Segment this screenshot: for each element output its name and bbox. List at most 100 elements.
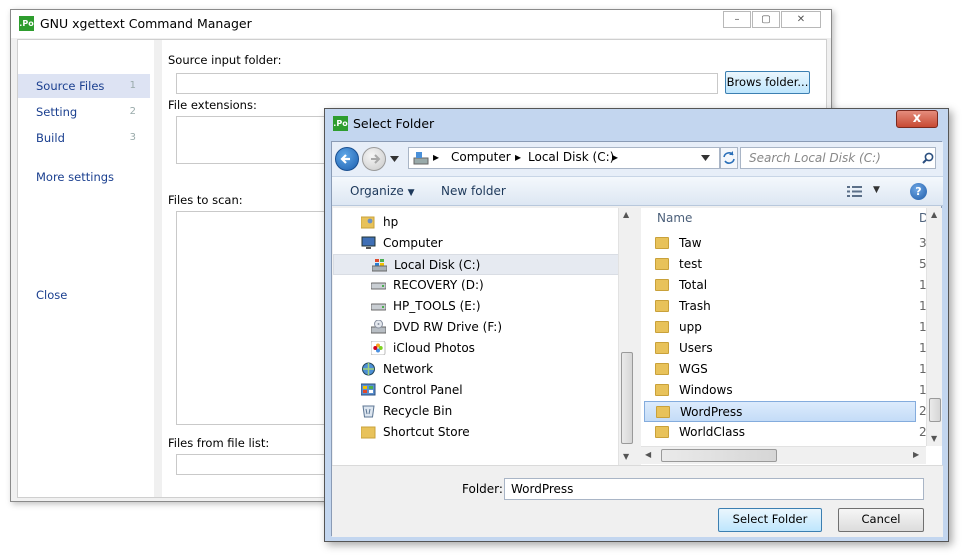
tree-label: Computer	[383, 236, 443, 250]
tree-item-network[interactable]: Network	[361, 359, 645, 380]
folder-icon	[655, 279, 669, 291]
source-folder-input[interactable]	[176, 73, 718, 94]
folder-icon	[655, 363, 669, 375]
list-vertical-scrollbar[interactable]: ▲ ▼	[926, 208, 942, 446]
dialog-close-button[interactable]: x	[896, 110, 938, 128]
breadcrumb-local-disk[interactable]: Local Disk (C:)	[528, 150, 614, 164]
folder-list: Name D Taw 3 test 5 Total 1 Trash 1 upp …	[641, 208, 942, 465]
tree-item-control-panel[interactable]: Control Panel	[361, 380, 645, 401]
computer-icon	[361, 236, 376, 249]
title-bar: .Po GNU xgettext Command Manager – ▢ ✕	[11, 10, 831, 38]
recent-pages-chevron-icon[interactable]	[390, 156, 399, 162]
list-scrollbar-thumb[interactable]	[929, 398, 941, 422]
scroll-right-icon[interactable]: ▶	[913, 450, 919, 459]
help-button[interactable]: ?	[910, 183, 927, 200]
folder-icon	[655, 258, 669, 270]
drive-icon	[371, 282, 386, 290]
folder-icon	[655, 237, 669, 249]
address-bar: ▸ Computer ▸ Local Disk (C:) ▸ Search Lo…	[332, 142, 943, 176]
nav-label: Source Files	[36, 79, 105, 93]
select-folder-button[interactable]: Select Folder	[718, 508, 822, 532]
nav-close[interactable]: Close	[18, 283, 150, 307]
list-horizontal-scrollbar[interactable]: ◀ ▶	[641, 446, 926, 464]
drive-location-icon	[413, 152, 429, 165]
organize-menu[interactable]: Organize ▼	[350, 184, 415, 198]
list-item[interactable]: upp	[649, 317, 915, 338]
tree-item-recycle-bin[interactable]: Recycle Bin	[361, 401, 645, 422]
forward-button[interactable]	[362, 147, 386, 171]
tree-item-shortcut-store[interactable]: Shortcut Store	[361, 422, 645, 443]
tree-item-hp-tools-e[interactable]: HP_TOOLS (E:)	[371, 296, 655, 317]
pane-splitter[interactable]	[633, 208, 641, 465]
breadcrumb[interactable]: ▸ Computer ▸ Local Disk (C:) ▸	[408, 147, 720, 169]
nav-step-number: 3	[129, 132, 136, 143]
scroll-left-icon[interactable]: ◀	[645, 450, 651, 459]
maximize-button[interactable]: ▢	[752, 11, 780, 28]
breadcrumb-computer[interactable]: Computer	[451, 150, 511, 164]
list-item[interactable]: test	[649, 254, 915, 275]
drive-icon	[371, 303, 386, 311]
folder-tree: hp Computer Local Disk (C:) RECOVERY (D:…	[333, 208, 634, 465]
nav-setting[interactable]: Setting 2	[18, 100, 150, 124]
back-arrow-icon	[340, 154, 350, 164]
browse-folder-button[interactable]: Brows folder...	[725, 71, 810, 94]
list-item[interactable]: Taw	[649, 233, 915, 254]
column-header-name[interactable]: Name	[657, 211, 692, 225]
tree-label: Network	[383, 362, 434, 376]
tree-label: hp	[383, 215, 399, 229]
list-item-selected[interactable]: WordPress	[644, 401, 916, 422]
file-extensions-label: File extensions:	[168, 98, 257, 112]
app-icon: .Po	[19, 16, 34, 31]
list-item[interactable]: Windows	[649, 380, 915, 401]
nav-build[interactable]: Build 3	[18, 126, 150, 150]
tree-scrollbar[interactable]: ▲ ▼	[618, 208, 634, 465]
back-button[interactable]	[335, 147, 359, 171]
list-item[interactable]: Users	[649, 338, 915, 359]
scroll-up-icon[interactable]: ▲	[931, 210, 937, 219]
folder-name-input[interactable]: WordPress	[504, 478, 924, 500]
nav-more-settings[interactable]: More settings	[18, 165, 150, 189]
scroll-down-icon[interactable]: ▼	[931, 434, 937, 443]
nav-source-files[interactable]: Source Files 1	[18, 74, 150, 98]
breadcrumb-separator: ▸	[515, 150, 522, 164]
scroll-up-icon[interactable]: ▲	[623, 210, 629, 219]
close-button[interactable]: ✕	[781, 11, 821, 28]
new-folder-button[interactable]: New folder	[441, 184, 506, 198]
nav-step-number: 1	[129, 80, 136, 91]
list-item[interactable]: Trash	[649, 296, 915, 317]
nav-label: More settings	[36, 170, 115, 184]
network-icon	[362, 362, 375, 376]
select-folder-dialog: .Po Select Folder x ▸ Computer ▸ Local D…	[324, 108, 949, 542]
tree-item-hp[interactable]: hp	[361, 212, 645, 233]
folder-icon	[655, 384, 669, 396]
list-item[interactable]: WGS	[649, 359, 915, 380]
view-options-icon[interactable]	[847, 185, 863, 198]
sidebar: Source Files 1 Setting 2 Build 3 More se…	[18, 40, 154, 497]
tree-item-icloud-photos[interactable]: iCloud Photos	[371, 338, 655, 359]
list-hscroll-thumb[interactable]	[661, 449, 777, 462]
dialog-footer: Folder: WordPress Select Folder Cancel	[332, 465, 943, 537]
scroll-down-icon[interactable]: ▼	[623, 452, 629, 461]
tree-item-computer[interactable]: Computer	[361, 233, 645, 254]
nav-label: Build	[36, 131, 65, 145]
tree-item-dvd-rw-f[interactable]: DVD RW Drive (F:)	[371, 317, 655, 338]
tree-scrollbar-thumb[interactable]	[621, 352, 633, 444]
tree-label: Shortcut Store	[383, 425, 470, 439]
sidebar-divider	[154, 40, 162, 497]
search-input[interactable]: Search Local Disk (C:)	[740, 147, 936, 169]
view-options-chevron-icon[interactable]: ▼	[873, 185, 880, 195]
list-item[interactable]: Total	[649, 275, 915, 296]
tree-item-local-disk-c[interactable]: Local Disk (C:)	[333, 254, 620, 275]
folder-icon	[655, 300, 669, 312]
nav-step-number: 2	[129, 106, 136, 117]
refresh-button[interactable]	[720, 147, 738, 169]
windows-drive-icon	[372, 259, 387, 272]
breadcrumb-separator: ▸	[433, 150, 440, 164]
minimize-button[interactable]: –	[723, 11, 751, 28]
dialog-title: Select Folder	[353, 116, 435, 131]
tree-item-recovery-d[interactable]: RECOVERY (D:)	[371, 275, 655, 296]
source-folder-label: Source input folder:	[168, 53, 282, 67]
cancel-button[interactable]: Cancel	[838, 508, 924, 532]
address-dropdown-icon[interactable]	[701, 155, 710, 161]
list-item[interactable]: WorldClass	[649, 422, 915, 443]
